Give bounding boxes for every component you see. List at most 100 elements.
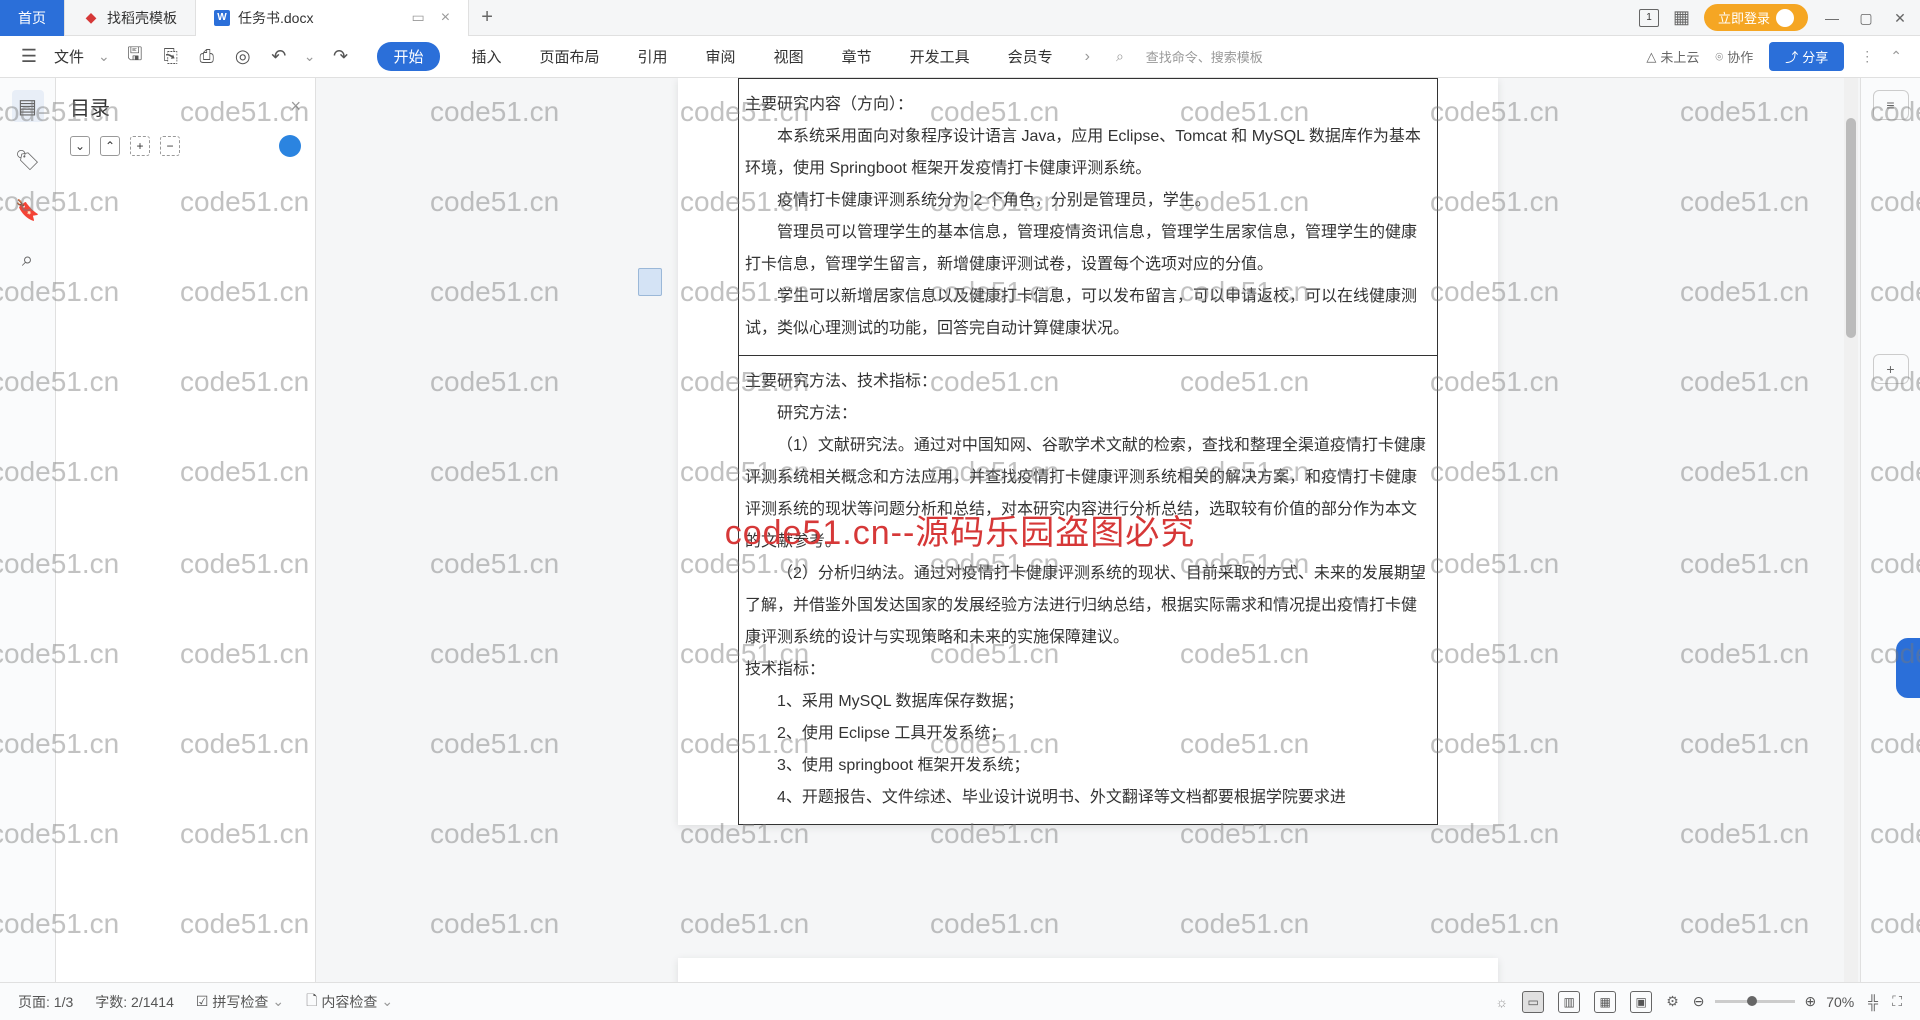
avatar-icon — [1776, 9, 1794, 27]
zoom-thumb[interactable] — [1747, 996, 1757, 1006]
zoom-in-icon[interactable]: ⊕ — [1805, 993, 1817, 1010]
word-count[interactable]: 字数: 2/1414 — [95, 992, 174, 1012]
menu-member[interactable]: 会员专 — [1002, 42, 1059, 71]
check-icon: ☑ — [196, 993, 209, 1010]
content-check[interactable]: 🗋内容检查⌄ — [306, 990, 393, 1014]
content-label: 内容检查 — [321, 992, 377, 1012]
paragraph: （2）分析归纳法。通过对疫情打卡健康评测系统的现状、目前采取的方式、未来的发展期… — [745, 558, 1431, 654]
fullscreen-icon[interactable]: ⛶ — [1892, 993, 1902, 1010]
list-item: 1、采用 MySQL 数据库保存数据； — [745, 686, 1431, 718]
redo-icon[interactable]: ↷ — [329, 46, 351, 68]
menu-view[interactable]: 视图 — [768, 42, 810, 71]
preview-icon[interactable]: ◎ — [232, 46, 254, 68]
collapse-icon[interactable]: ⌄ — [70, 136, 90, 156]
panel-toggle-icon[interactable]: ≡ — [1873, 90, 1909, 120]
view-outline-icon[interactable]: ▥ — [1558, 991, 1580, 1013]
list-item: 3、使用 springboot 框架开发系统； — [745, 750, 1431, 782]
file-menu[interactable]: 文件 — [54, 46, 84, 67]
list-item: 2、使用 Eclipse 工具开发系统； — [745, 718, 1431, 750]
remove-icon[interactable]: − — [160, 136, 180, 156]
expand-icon[interactable]: ⌃ — [1890, 48, 1902, 65]
outline-tools: ⌄ ⌃ + − — [70, 135, 301, 157]
expand-icon[interactable]: ⌃ — [100, 136, 120, 156]
paragraph: 疫情打卡健康评测系统分为 2 个角色，分别是管理员，学生。 — [745, 185, 1431, 217]
zoom-out-icon[interactable]: ⊖ — [1693, 993, 1705, 1010]
menu-icon[interactable]: ☰ — [18, 46, 40, 68]
close-icon[interactable]: × — [441, 9, 450, 27]
bookmark-rail-icon[interactable]: 🔖 — [16, 198, 40, 222]
section-2: 主要研究方法、技术指标： 研究方法： （1）文献研究法。通过对中国知网、谷歌学术… — [739, 356, 1437, 824]
menu-layout[interactable]: 页面布局 — [534, 42, 606, 71]
layout-1-icon[interactable]: 1 — [1639, 9, 1659, 27]
menu-bar: 开始 插入 页面布局 引用 审阅 视图 章节 开发工具 会员专 › — [377, 42, 1089, 71]
add-box-button[interactable]: + — [1873, 354, 1909, 384]
left-rail: ▤ 🏷 🔖 ⌕ — [0, 78, 56, 982]
menu-review[interactable]: 审阅 — [700, 42, 742, 71]
tab-template[interactable]: ◆ 找稻壳模板 — [65, 0, 196, 36]
paragraph: 研究方法： — [745, 398, 1431, 430]
tab-window-icon[interactable]: ▭ — [411, 9, 424, 26]
section-title: 主要研究内容（方向）： — [745, 89, 1431, 121]
collab-label: 协作 — [1727, 47, 1753, 66]
share-button[interactable]: ⤴分享 — [1769, 42, 1844, 71]
print-icon[interactable]: ⎙ — [196, 46, 218, 68]
apps-icon[interactable]: ▦ — [1673, 7, 1690, 28]
cloud-label: 未上云 — [1660, 47, 1699, 66]
more-menu-icon[interactable]: › — [1085, 48, 1090, 66]
view-read-icon[interactable]: ▣ — [1630, 991, 1652, 1013]
brightness-icon[interactable]: ☼ — [1495, 994, 1508, 1010]
spell-check[interactable]: ☑拼写检查⌄ — [196, 992, 284, 1012]
menu-chapter[interactable]: 章节 — [836, 42, 878, 71]
menu-dev[interactable]: 开发工具 — [904, 42, 976, 71]
fit-icon[interactable]: ╬ — [1868, 994, 1878, 1010]
minimize-button[interactable]: — — [1822, 10, 1842, 26]
outline-panel: 目录 × ⌄ ⌃ + − — [56, 78, 316, 982]
zoom-control[interactable]: ⊖ ⊕ 70% — [1693, 993, 1855, 1010]
outline-rail-icon[interactable]: ▤ — [12, 90, 44, 122]
doc-side-icon[interactable] — [638, 268, 662, 296]
section-1: 主要研究内容（方向）： 本系统采用面向对象程序设计语言 Java，应用 Ecli… — [739, 79, 1437, 356]
nav-rail-icon[interactable]: 🏷 — [16, 148, 40, 172]
add-icon[interactable]: + — [130, 136, 150, 156]
add-tab-button[interactable]: + — [469, 6, 505, 29]
zoom-value: 70% — [1826, 994, 1854, 1010]
titlebar-right: 1 ▦ 立即登录 — ▢ ✕ — [1639, 4, 1920, 31]
ai-icon[interactable] — [279, 135, 301, 157]
scroll-thumb[interactable] — [1846, 118, 1856, 338]
new-icon[interactable]: ⎘ — [160, 46, 182, 68]
tab-label: 找稻壳模板 — [107, 8, 177, 28]
tab-label: 任务书.docx — [238, 8, 313, 28]
view-web-icon[interactable]: ▦ — [1594, 991, 1616, 1013]
save-icon[interactable]: 🖫 — [124, 46, 146, 68]
search-input[interactable]: 查找命令、搜索模板 — [1146, 47, 1263, 66]
menu-ref[interactable]: 引用 — [632, 42, 674, 71]
login-label: 立即登录 — [1718, 8, 1770, 27]
toolbar: ☰ 文件 ⌄ 🖫 ⎘ ⎙ ◎ ↶ ⌄ ↷ 开始 插入 页面布局 引用 审阅 视图… — [0, 36, 1920, 78]
cloud-status[interactable]: △未上云 — [1646, 47, 1699, 66]
settings-gear-icon[interactable]: ⚙ — [1666, 993, 1679, 1010]
tab-home[interactable]: 首页 — [0, 0, 65, 36]
login-button[interactable]: 立即登录 — [1704, 4, 1808, 31]
list-item: 4、开题报告、文件综述、毕业设计说明书、外文翻译等文档都要根据学院要求进 — [745, 782, 1431, 814]
maximize-button[interactable]: ▢ — [1856, 10, 1876, 26]
template-icon: ◆ — [83, 10, 99, 26]
scrollbar[interactable] — [1844, 78, 1858, 982]
collab-button[interactable]: ⌾协作 — [1715, 47, 1753, 66]
view-page-icon[interactable]: ▭ — [1522, 991, 1544, 1013]
side-tab[interactable] — [1896, 638, 1920, 698]
share-label: 分享 — [1802, 47, 1828, 66]
menu-insert[interactable]: 插入 — [466, 42, 508, 71]
search-icon[interactable]: ⌕ — [1116, 48, 1124, 65]
menu-start[interactable]: 开始 — [377, 42, 439, 71]
share-icon: ⤴ — [1785, 47, 1798, 66]
zoom-slider[interactable] — [1715, 1000, 1795, 1003]
right-rail: ≡ + — [1860, 78, 1920, 982]
more-icon[interactable]: ⋮ — [1860, 48, 1874, 65]
search-rail-icon[interactable]: ⌕ — [16, 248, 40, 272]
doc-content: 主要研究内容（方向）： 本系统采用面向对象程序设计语言 Java，应用 Ecli… — [738, 78, 1438, 825]
page-indicator[interactable]: 页面: 1/3 — [18, 992, 73, 1012]
undo-icon[interactable]: ↶ — [268, 46, 290, 68]
close-button[interactable]: ✕ — [1890, 10, 1910, 26]
tab-document[interactable]: W 任务书.docx ▭ × — [196, 0, 469, 36]
outline-close-icon[interactable]: × — [290, 96, 301, 117]
